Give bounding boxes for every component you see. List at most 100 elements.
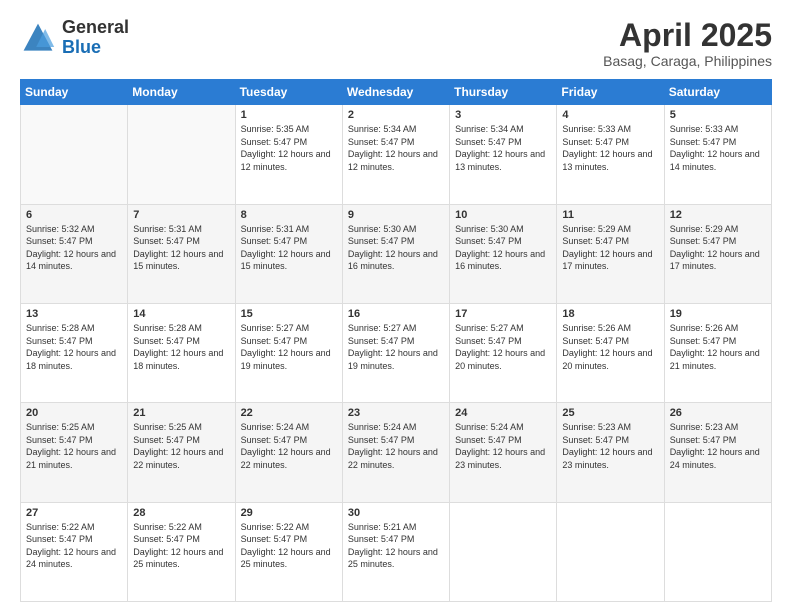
table-row: 6Sunrise: 5:32 AM Sunset: 5:47 PM Daylig… (21, 204, 128, 303)
col-saturday: Saturday (664, 80, 771, 105)
day-number: 7 (133, 209, 229, 221)
week-row-1: 6Sunrise: 5:32 AM Sunset: 5:47 PM Daylig… (21, 204, 772, 303)
day-number: 5 (670, 109, 766, 121)
day-info: Sunrise: 5:25 AM Sunset: 5:47 PM Dayligh… (133, 421, 229, 471)
table-row (664, 502, 771, 601)
day-info: Sunrise: 5:34 AM Sunset: 5:47 PM Dayligh… (455, 123, 551, 173)
table-row: 20 Sunrise: 5:25 AM Sunset: 5:47 PM Dayli… (21, 403, 128, 502)
table-row: 15 Sunrise: 5:27 AM Sunset: 5:47 PM Dayli… (235, 303, 342, 402)
day-number: 2 (348, 109, 444, 121)
table-row (128, 105, 235, 204)
day-number: 23 (348, 407, 444, 419)
table-row (21, 105, 128, 204)
day-info: Sunrise: 5:27 AM Sunset: 5:47 PM Dayligh… (241, 322, 337, 372)
table-row: 9Sunrise: 5:30 AM Sunset: 5:47 PM Daylig… (342, 204, 449, 303)
day-number: 16 (348, 308, 444, 320)
day-number: 26 (670, 407, 766, 419)
day-info: Sunrise: 5:23 AM Sunset: 5:47 PM Dayligh… (670, 421, 766, 471)
day-number: 25 (562, 407, 658, 419)
day-info: Sunrise: 5:21 AM Sunset: 5:47 PM Dayligh… (348, 521, 444, 571)
location-title: Basag, Caraga, Philippines (603, 53, 772, 69)
table-row: 18 Sunrise: 5:26 AM Sunset: 5:47 PM Dayli… (557, 303, 664, 402)
day-number: 13 (26, 308, 122, 320)
week-row-3: 20 Sunrise: 5:25 AM Sunset: 5:47 PM Dayli… (21, 403, 772, 502)
day-number: 27 (26, 507, 122, 519)
day-number: 24 (455, 407, 551, 419)
table-row: 12Sunrise: 5:29 AM Sunset: 5:47 PM Dayli… (664, 204, 771, 303)
day-info: Sunrise: 5:23 AM Sunset: 5:47 PM Dayligh… (562, 421, 658, 471)
day-info: Sunrise: 5:30 AM Sunset: 5:47 PM Dayligh… (348, 223, 444, 273)
calendar-table: Sunday Monday Tuesday Wednesday Thursday… (20, 79, 772, 602)
week-row-4: 27 Sunrise: 5:22 AM Sunset: 5:47 PM Dayli… (21, 502, 772, 601)
title-block: April 2025 Basag, Caraga, Philippines (603, 18, 772, 69)
table-row: 13 Sunrise: 5:28 AM Sunset: 5:47 PM Dayli… (21, 303, 128, 402)
day-info: Sunrise: 5:33 AM Sunset: 5:47 PM Dayligh… (562, 123, 658, 173)
logo-icon (20, 20, 56, 56)
logo-blue: Blue (62, 38, 129, 58)
col-friday: Friday (557, 80, 664, 105)
day-info: Sunrise: 5:26 AM Sunset: 5:47 PM Dayligh… (670, 322, 766, 372)
col-tuesday: Tuesday (235, 80, 342, 105)
table-row: 29Sunrise: 5:22 AM Sunset: 5:47 PM Dayli… (235, 502, 342, 601)
table-row: 24Sunrise: 5:24 AM Sunset: 5:47 PM Dayli… (450, 403, 557, 502)
table-row: 14Sunrise: 5:28 AM Sunset: 5:47 PM Dayli… (128, 303, 235, 402)
table-row: 22 Sunrise: 5:24 AM Sunset: 5:47 PM Dayli… (235, 403, 342, 502)
day-info: Sunrise: 5:24 AM Sunset: 5:47 PM Dayligh… (241, 421, 337, 471)
table-row: 1Sunrise: 5:35 AM Sunset: 5:47 PM Daylig… (235, 105, 342, 204)
day-info: Sunrise: 5:26 AM Sunset: 5:47 PM Dayligh… (562, 322, 658, 372)
table-row: 17Sunrise: 5:27 AM Sunset: 5:47 PM Dayli… (450, 303, 557, 402)
day-info: Sunrise: 5:29 AM Sunset: 5:47 PM Dayligh… (562, 223, 658, 273)
table-row: 11 Sunrise: 5:29 AM Sunset: 5:47 PM Dayli… (557, 204, 664, 303)
day-info: Sunrise: 5:28 AM Sunset: 5:47 PM Dayligh… (26, 322, 122, 372)
table-row: 4 Sunrise: 5:33 AM Sunset: 5:47 PM Daylig… (557, 105, 664, 204)
table-row: 27 Sunrise: 5:22 AM Sunset: 5:47 PM Dayli… (21, 502, 128, 601)
table-row: 7Sunrise: 5:31 AM Sunset: 5:47 PM Daylig… (128, 204, 235, 303)
day-number: 21 (133, 407, 229, 419)
col-sunday: Sunday (21, 80, 128, 105)
logo: General Blue (20, 18, 129, 58)
day-number: 6 (26, 209, 122, 221)
col-thursday: Thursday (450, 80, 557, 105)
day-info: Sunrise: 5:22 AM Sunset: 5:47 PM Dayligh… (133, 521, 229, 571)
day-number: 11 (562, 209, 658, 221)
table-row: 10 Sunrise: 5:30 AM Sunset: 5:47 PM Dayli… (450, 204, 557, 303)
table-row: 19 Sunrise: 5:26 AM Sunset: 5:47 PM Dayli… (664, 303, 771, 402)
day-info: Sunrise: 5:25 AM Sunset: 5:47 PM Dayligh… (26, 421, 122, 471)
day-info: Sunrise: 5:24 AM Sunset: 5:47 PM Dayligh… (348, 421, 444, 471)
day-number: 3 (455, 109, 551, 121)
day-number: 4 (562, 109, 658, 121)
day-number: 18 (562, 308, 658, 320)
table-row: 5Sunrise: 5:33 AM Sunset: 5:47 PM Daylig… (664, 105, 771, 204)
day-number: 22 (241, 407, 337, 419)
day-number: 1 (241, 109, 337, 121)
table-row: 23 Sunrise: 5:24 AM Sunset: 5:47 PM Dayli… (342, 403, 449, 502)
day-info: Sunrise: 5:30 AM Sunset: 5:47 PM Dayligh… (455, 223, 551, 273)
table-row: 28Sunrise: 5:22 AM Sunset: 5:47 PM Dayli… (128, 502, 235, 601)
day-number: 10 (455, 209, 551, 221)
logo-text: General Blue (62, 18, 129, 58)
day-number: 30 (348, 507, 444, 519)
day-info: Sunrise: 5:22 AM Sunset: 5:47 PM Dayligh… (26, 521, 122, 571)
day-info: Sunrise: 5:31 AM Sunset: 5:47 PM Dayligh… (241, 223, 337, 273)
day-number: 15 (241, 308, 337, 320)
table-row: 26 Sunrise: 5:23 AM Sunset: 5:47 PM Dayli… (664, 403, 771, 502)
calendar-header-row: Sunday Monday Tuesday Wednesday Thursday… (21, 80, 772, 105)
day-number: 20 (26, 407, 122, 419)
table-row: 21 Sunrise: 5:25 AM Sunset: 5:47 PM Dayli… (128, 403, 235, 502)
table-row (450, 502, 557, 601)
week-row-0: 1Sunrise: 5:35 AM Sunset: 5:47 PM Daylig… (21, 105, 772, 204)
day-info: Sunrise: 5:27 AM Sunset: 5:47 PM Dayligh… (348, 322, 444, 372)
day-number: 14 (133, 308, 229, 320)
table-row: 3 Sunrise: 5:34 AM Sunset: 5:47 PM Daylig… (450, 105, 557, 204)
table-row: 25 Sunrise: 5:23 AM Sunset: 5:47 PM Dayli… (557, 403, 664, 502)
day-info: Sunrise: 5:29 AM Sunset: 5:47 PM Dayligh… (670, 223, 766, 273)
day-number: 8 (241, 209, 337, 221)
col-monday: Monday (128, 80, 235, 105)
table-row (557, 502, 664, 601)
page: General Blue April 2025 Basag, Caraga, P… (0, 0, 792, 612)
table-row: 2Sunrise: 5:34 AM Sunset: 5:47 PM Daylig… (342, 105, 449, 204)
day-number: 19 (670, 308, 766, 320)
day-info: Sunrise: 5:27 AM Sunset: 5:47 PM Dayligh… (455, 322, 551, 372)
table-row: 30 Sunrise: 5:21 AM Sunset: 5:47 PM Dayli… (342, 502, 449, 601)
month-title: April 2025 (603, 18, 772, 53)
